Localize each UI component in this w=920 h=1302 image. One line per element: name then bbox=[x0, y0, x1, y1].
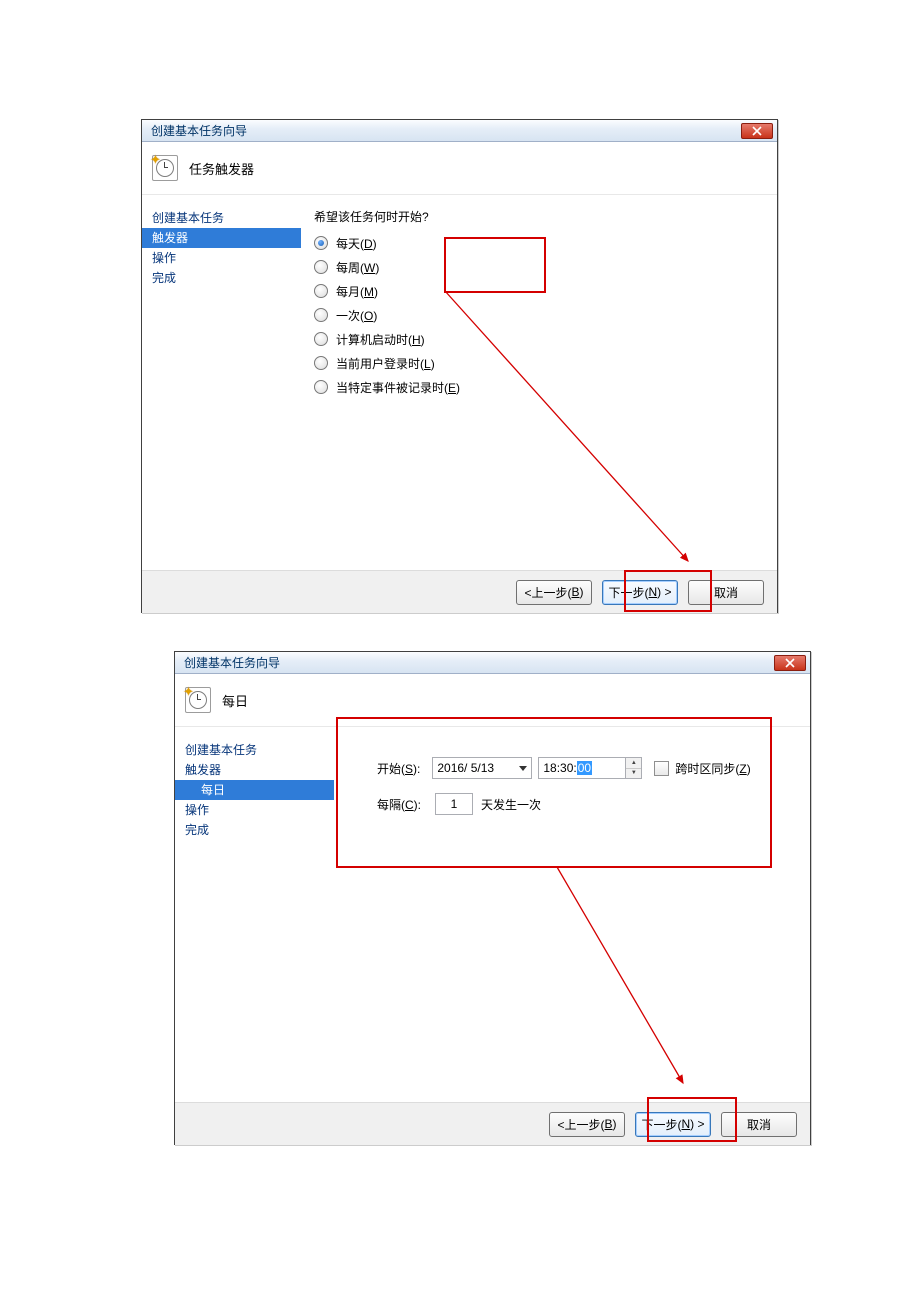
spin-up-icon[interactable]: ▲ bbox=[626, 758, 641, 769]
start-time-picker[interactable]: 18:30:00 bbox=[538, 757, 626, 779]
task-clock-icon: ✦ bbox=[185, 687, 211, 713]
radio-icon bbox=[314, 284, 328, 298]
start-row: 开始(S): 2016/ 5/13 18:30:00 ▲ ▼ bbox=[347, 755, 810, 781]
wizard-header: ✦ 任务触发器 bbox=[142, 142, 777, 195]
wizard-daily-page: 创建基本任务向导 ✦ 每日 创建基本任务触发器每日操作完成 开始(S): 201… bbox=[174, 651, 811, 1145]
titlebar[interactable]: 创建基本任务向导 bbox=[142, 120, 777, 142]
sidebar-item[interactable]: 触发器 bbox=[175, 760, 334, 780]
radio-icon bbox=[314, 308, 328, 322]
wizard-header: ✦ 每日 bbox=[175, 674, 810, 727]
sidebar-item[interactable]: 完成 bbox=[142, 268, 301, 288]
trigger-option[interactable]: 每天(D) bbox=[314, 231, 777, 255]
wizard-content: 希望该任务何时开始? 每天(D) 每周(W) 每月(M) 一次(O) 计算机启动时(H)… bbox=[301, 195, 777, 570]
recur-days-input[interactable]: 1 bbox=[435, 793, 473, 815]
trigger-option[interactable]: 当特定事件被记录时(E) bbox=[314, 375, 777, 399]
sidebar-item[interactable]: 创建基本任务 bbox=[175, 740, 334, 760]
page-title: 任务触发器 bbox=[189, 159, 254, 178]
sidebar-item[interactable]: 操作 bbox=[142, 248, 301, 268]
page-title: 每日 bbox=[222, 691, 248, 710]
task-clock-icon: ✦ bbox=[152, 155, 178, 181]
chevron-down-icon bbox=[519, 766, 527, 771]
trigger-option[interactable]: 每月(M) bbox=[314, 279, 777, 303]
sidebar-item[interactable]: 完成 bbox=[175, 820, 334, 840]
titlebar[interactable]: 创建基本任务向导 bbox=[175, 652, 810, 674]
next-button[interactable]: 下一步(N) > bbox=[635, 1112, 711, 1137]
recur-row: 每隔(C): 1 天发生一次 bbox=[347, 791, 810, 817]
wizard-sidebar: 创建基本任务触发器操作完成 bbox=[142, 195, 301, 570]
spin-down-icon[interactable]: ▼ bbox=[626, 769, 641, 779]
tz-sync-checkbox[interactable] bbox=[654, 761, 669, 776]
radio-icon bbox=[314, 380, 328, 394]
option-label: 一次(O) bbox=[336, 307, 377, 324]
trigger-option[interactable]: 一次(O) bbox=[314, 303, 777, 327]
sidebar-item[interactable]: 触发器 bbox=[142, 228, 301, 248]
wizard-footer: <上一步(B) 下一步(N) > 取消 bbox=[142, 570, 777, 613]
window-title: 创建基本任务向导 bbox=[184, 654, 280, 671]
recur-label: 每隔(C): bbox=[377, 796, 421, 813]
wizard-footer: <上一步(B) 下一步(N) > 取消 bbox=[175, 1102, 810, 1145]
close-icon[interactable] bbox=[741, 123, 773, 139]
wizard-content: 开始(S): 2016/ 5/13 18:30:00 ▲ ▼ bbox=[334, 727, 810, 1102]
start-date-picker[interactable]: 2016/ 5/13 bbox=[432, 757, 532, 779]
next-button[interactable]: 下一步(N) > bbox=[602, 580, 678, 605]
tz-sync-label: 跨时区同步(Z) bbox=[675, 760, 750, 777]
sidebar-item[interactable]: 创建基本任务 bbox=[142, 208, 301, 228]
back-button[interactable]: <上一步(B) bbox=[549, 1112, 625, 1137]
radio-icon bbox=[314, 332, 328, 346]
trigger-option[interactable]: 每周(W) bbox=[314, 255, 777, 279]
radio-icon bbox=[314, 260, 328, 274]
sidebar-item[interactable]: 操作 bbox=[175, 800, 334, 820]
start-label: 开始(S): bbox=[377, 760, 420, 777]
trigger-option[interactable]: 当前用户登录时(L) bbox=[314, 351, 777, 375]
close-icon[interactable] bbox=[774, 655, 806, 671]
option-label: 当前用户登录时(L) bbox=[336, 355, 435, 372]
recur-tail: 天发生一次 bbox=[481, 796, 541, 813]
radio-icon bbox=[314, 236, 328, 250]
option-label: 每天(D) bbox=[336, 235, 377, 252]
trigger-option[interactable]: 计算机启动时(H) bbox=[314, 327, 777, 351]
date-value: 2016/ 5/13 bbox=[437, 761, 494, 775]
back-button[interactable]: <上一步(B) bbox=[516, 580, 592, 605]
option-label: 每周(W) bbox=[336, 259, 379, 276]
radio-icon bbox=[314, 356, 328, 370]
trigger-question: 希望该任务何时开始? bbox=[314, 208, 777, 225]
time-spinner[interactable]: ▲ ▼ bbox=[626, 757, 642, 779]
seconds-selected: 00 bbox=[577, 761, 592, 775]
option-label: 当特定事件被记录时(E) bbox=[336, 379, 460, 396]
sidebar-item[interactable]: 每日 bbox=[175, 780, 334, 800]
window-title: 创建基本任务向导 bbox=[151, 122, 247, 139]
wizard-trigger-page: 创建基本任务向导 ✦ 任务触发器 创建基本任务触发器操作完成 希望该任务何时开始… bbox=[141, 119, 778, 613]
cancel-button[interactable]: 取消 bbox=[721, 1112, 797, 1137]
cancel-button[interactable]: 取消 bbox=[688, 580, 764, 605]
option-label: 每月(M) bbox=[336, 283, 378, 300]
wizard-sidebar: 创建基本任务触发器每日操作完成 bbox=[175, 727, 334, 1102]
option-label: 计算机启动时(H) bbox=[336, 331, 425, 348]
